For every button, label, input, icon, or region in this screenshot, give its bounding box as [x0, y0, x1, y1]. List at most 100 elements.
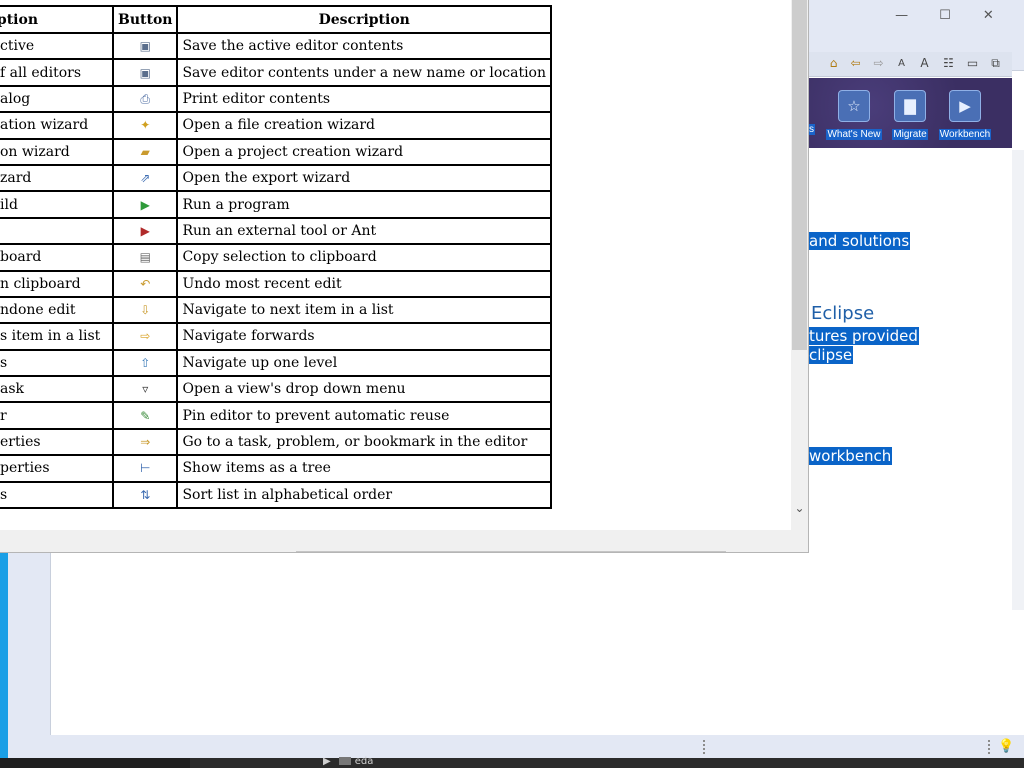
banner-workbench[interactable]: ▶ Workbench	[935, 90, 995, 141]
command-cell: zard	[0, 163, 114, 193]
home-icon[interactable]: ⌂	[826, 56, 841, 71]
button-cell: ⇧	[111, 348, 179, 378]
description-cell: Navigate up one level	[176, 348, 552, 378]
up-level-icon: ⇧	[140, 355, 151, 370]
description-cell: Save editor contents under a new name or…	[176, 58, 552, 87]
table-row: s ⇅ Sort list in alphabetical order	[0, 480, 552, 510]
forward-nav-icon[interactable]: ⇨	[871, 56, 886, 71]
pin-editor-icon: ✎	[140, 408, 151, 423]
description-cell: Go to a task, problem, or bookmark in th…	[176, 427, 552, 457]
table-row: ation wizard ✦ Open a file creation wizard	[0, 111, 552, 140]
scroll-down-icon[interactable]: ⌄	[792, 498, 807, 518]
command-cell: f all editors	[0, 58, 114, 87]
command-cell: ild	[0, 190, 114, 219]
description-cell: Show items as a tree	[176, 454, 552, 483]
button-cell: ⊢	[111, 454, 179, 483]
banner-label: What's New	[826, 129, 882, 140]
export-icon: ⇗	[140, 171, 151, 186]
sort-icon: ⇅	[140, 487, 151, 502]
external-tool-icon: ▶	[140, 223, 150, 238]
taskbar-item[interactable]: ▶ eda	[323, 756, 373, 767]
banner-label: Workbench	[938, 129, 992, 140]
command-cell: r	[0, 401, 114, 430]
customize-icon[interactable]: ☷	[941, 56, 956, 71]
description-cell: Open a file creation wizard	[176, 111, 552, 140]
tree-icon: ⊢	[140, 461, 151, 476]
status-grip[interactable]	[703, 740, 707, 754]
maximize-button[interactable]: ☐	[923, 0, 966, 30]
banner-label: Migrate	[892, 129, 928, 140]
desktop-background	[0, 540, 8, 768]
play-icon: ▶	[949, 90, 981, 122]
button-cell: ▰	[111, 137, 179, 166]
folder-icon	[338, 757, 351, 765]
right-editor-edge	[1012, 150, 1024, 610]
back-icon[interactable]: ⇦	[848, 56, 863, 71]
new-project-icon: ▰	[140, 144, 150, 159]
help-content: ption Button Description ctive ▣ Save the …	[0, 0, 791, 530]
table-row: ask ▿ Open a view's drop down menu	[0, 375, 552, 404]
button-cell: ✎	[111, 401, 179, 430]
description-cell: Undo most recent edit	[176, 269, 552, 298]
briefcase-icon: ▇	[894, 90, 926, 122]
button-cell: ⇨	[111, 322, 179, 351]
button-cell: ▶	[111, 216, 179, 246]
close-button[interactable]: ✕	[967, 0, 1010, 30]
goto-marker-icon: ⇒	[140, 435, 151, 450]
banner-whats-new[interactable]: ☆ What's New	[824, 90, 884, 141]
help-window: ption Button Description ctive ▣ Save the …	[0, 0, 809, 553]
button-cell: ▶	[111, 190, 179, 219]
window-controls: — ☐ ✕	[880, 0, 1010, 30]
reduce-font-icon[interactable]: A	[894, 56, 909, 71]
description-cell: Open a view's drop down menu	[176, 375, 552, 404]
forward-icon: ⇨	[140, 329, 151, 344]
command-cell: s	[0, 348, 114, 378]
description-cell: Navigate to next item in a list	[176, 295, 552, 325]
toolbar-buttons-table: ption Button Description ctive ▣ Save the …	[0, 5, 552, 510]
table-row: board ▤ Copy selection to clipboard	[0, 243, 552, 272]
increase-font-icon[interactable]: A	[917, 56, 932, 71]
command-cell: s	[0, 480, 114, 510]
scrollbar-thumb[interactable]	[792, 0, 807, 350]
undo-icon: ↶	[140, 276, 151, 291]
table-row: f all editors ▣ Save editor contents under…	[0, 58, 552, 87]
description-cell: Run a program	[176, 190, 552, 219]
button-cell: ⇩	[111, 295, 179, 325]
table-row: on wizard ▰ Open a project creation wizard	[0, 137, 552, 166]
table-row: alog ⎙ Print editor contents	[0, 84, 552, 114]
lightbulb-icon[interactable]: 💡	[998, 738, 1014, 756]
solutions-link[interactable]: and solutions	[808, 232, 911, 250]
table-row: ild ▶ Run a program	[0, 190, 552, 219]
divider	[296, 551, 726, 552]
print-icon: ⎙	[140, 91, 151, 106]
banner-partial-label[interactable]: s	[808, 124, 815, 135]
button-cell: ✦	[111, 111, 179, 140]
status-grip-right[interactable]	[988, 740, 992, 754]
status-bar	[8, 735, 1024, 758]
command-cell: ctive	[0, 31, 114, 61]
banner-migrate[interactable]: ▇ Migrate	[880, 90, 940, 141]
command-cell: erties	[0, 427, 114, 457]
description-cell: Pin editor to prevent automatic reuse	[176, 401, 552, 430]
button-cell: ⇗	[111, 163, 179, 193]
command-cell: board	[0, 243, 114, 272]
table-row: s ⇧ Navigate up one level	[0, 348, 552, 378]
view-minimize-icon[interactable]: ▭	[965, 56, 980, 71]
view-restore-icon[interactable]: ⧉	[988, 56, 1003, 71]
next-item-icon: ⇩	[140, 303, 151, 318]
taskbar-item-label: eda	[354, 756, 374, 767]
close-icon: ✕	[982, 7, 994, 23]
description-cell: Navigate forwards	[176, 322, 552, 351]
column-header-description: Description	[176, 5, 552, 34]
vertical-scrollbar[interactable]: ⌄	[791, 0, 808, 530]
save-as-icon: ▣	[139, 65, 151, 80]
command-cell: ndone edit	[0, 295, 114, 325]
minimize-button[interactable]: —	[880, 0, 923, 30]
button-cell: ▿	[111, 375, 179, 404]
table-row: zard ⇗ Open the export wizard	[0, 163, 552, 193]
eclipse-text: clipse	[808, 346, 854, 364]
description-cell: Print editor contents	[176, 84, 552, 114]
command-cell	[0, 216, 114, 246]
description-cell: Run an external tool or Ant	[176, 216, 552, 246]
workbench-link[interactable]: workbench	[808, 447, 893, 465]
